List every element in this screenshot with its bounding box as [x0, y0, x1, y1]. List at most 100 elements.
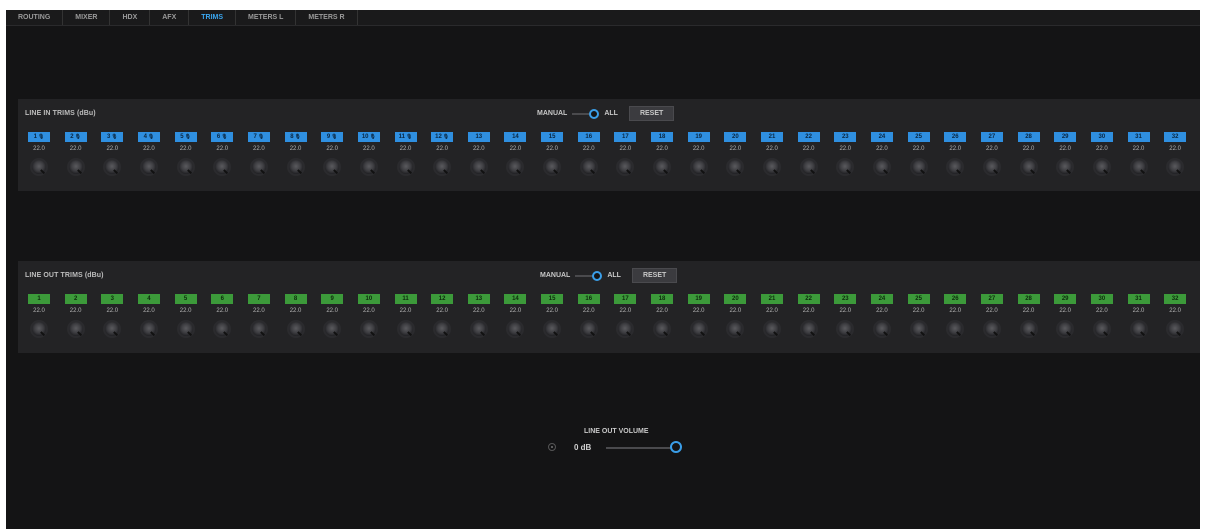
channel-badge[interactable]: 29	[1054, 294, 1077, 304]
channel-badge[interactable]: 18	[651, 294, 674, 304]
channel-badge[interactable]: 19	[687, 294, 710, 304]
channel-badge[interactable]: 10	[357, 294, 380, 304]
trim-knob[interactable]	[543, 158, 562, 176]
trim-knob[interactable]	[543, 320, 562, 338]
line-out-reset-button[interactable]: RESET	[631, 268, 678, 283]
channel-badge[interactable]: 30	[1090, 132, 1113, 142]
channel-badge[interactable]: 2	[64, 294, 87, 304]
trim-knob[interactable]	[1019, 158, 1038, 176]
channel-badge[interactable]: 18	[651, 132, 674, 142]
channel-badge[interactable]: 19	[687, 132, 710, 142]
trim-knob[interactable]	[1056, 158, 1075, 176]
channel-badge[interactable]: 14	[504, 132, 527, 142]
volume-slider-thumb[interactable]	[670, 441, 682, 453]
trim-knob[interactable]	[763, 158, 781, 176]
channel-badge[interactable]: 1	[28, 294, 50, 304]
channel-badge[interactable]: 11	[394, 294, 417, 304]
trim-knob[interactable]	[213, 320, 232, 338]
trim-knob[interactable]	[616, 320, 635, 338]
trim-knob[interactable]	[30, 320, 48, 338]
trim-knob[interactable]	[286, 320, 305, 338]
mode-toggle-thumb[interactable]	[589, 108, 600, 119]
trim-knob[interactable]	[176, 158, 195, 176]
channel-badge[interactable]: 15	[541, 294, 564, 304]
channel-badge[interactable]: 6	[211, 294, 234, 304]
trim-knob[interactable]	[139, 320, 158, 338]
trim-knob[interactable]	[433, 320, 452, 338]
channel-badge[interactable]: 27	[980, 294, 1003, 304]
trim-knob[interactable]	[909, 158, 928, 176]
channel-badge[interactable]: 16	[577, 294, 600, 304]
channel-badge[interactable]: 29	[1054, 132, 1077, 142]
trim-knob[interactable]	[286, 158, 305, 176]
trim-knob[interactable]	[982, 320, 1001, 338]
tab-routing[interactable]: ROUTING	[6, 10, 64, 25]
trim-knob[interactable]	[506, 158, 525, 176]
channel-badge[interactable]: 22	[797, 294, 820, 304]
channel-badge[interactable]: 24	[870, 294, 893, 304]
trim-knob[interactable]	[103, 320, 122, 338]
channel-badge[interactable]: 28	[1017, 294, 1040, 304]
trim-knob[interactable]	[506, 320, 525, 338]
volume-slider-track[interactable]	[606, 447, 672, 449]
tab-mixer[interactable]: MIXER	[63, 10, 111, 25]
channel-badge[interactable]: 9	[321, 294, 344, 304]
trim-knob[interactable]	[653, 158, 672, 176]
trim-knob[interactable]	[872, 320, 891, 338]
tab-hdx[interactable]: HDX	[110, 10, 151, 25]
channel-badge[interactable]: 24	[870, 132, 893, 142]
trim-knob[interactable]	[1019, 320, 1038, 338]
tab-afx[interactable]: AFX	[150, 10, 190, 25]
channel-badge[interactable]: 30	[1090, 294, 1113, 304]
trim-knob[interactable]	[469, 320, 488, 338]
channel-badge[interactable]: 20	[724, 294, 747, 304]
trim-knob[interactable]	[1092, 158, 1111, 176]
trim-knob[interactable]	[653, 320, 672, 338]
channel-badge[interactable]: 23	[834, 294, 857, 304]
line-in-mode-toggle[interactable]: MANUAL ALL RESET	[537, 106, 675, 121]
trim-knob[interactable]	[799, 320, 818, 338]
trim-knob[interactable]	[1166, 320, 1185, 338]
channel-badge[interactable]: 26	[944, 294, 967, 304]
trim-knob[interactable]	[946, 158, 965, 176]
channel-badge[interactable]: 21	[761, 132, 783, 142]
channel-badge[interactable]: 11 🎙	[394, 132, 417, 142]
trim-knob[interactable]	[1166, 158, 1185, 176]
channel-badge[interactable]: 8	[284, 294, 307, 304]
trim-knob[interactable]	[66, 320, 85, 338]
tab-trims[interactable]: TRIMS	[189, 10, 237, 25]
channel-badge[interactable]: 13	[467, 294, 490, 304]
channel-badge[interactable]: 25	[907, 132, 930, 142]
trim-knob[interactable]	[213, 158, 232, 176]
trim-knob[interactable]	[249, 320, 268, 338]
trim-knob[interactable]	[579, 158, 598, 176]
mode-toggle-track[interactable]	[575, 274, 594, 277]
channel-badge[interactable]: 10 🎙	[357, 132, 380, 142]
channel-badge[interactable]: 31	[1127, 132, 1150, 142]
trim-knob[interactable]	[359, 158, 378, 176]
channel-badge[interactable]: 8 🎙	[284, 132, 307, 142]
tab-meters-r[interactable]: METERS R	[296, 10, 358, 25]
channel-badge[interactable]: 21	[761, 294, 783, 304]
channel-badge[interactable]: 14	[504, 294, 527, 304]
channel-badge[interactable]: 6 🎙	[211, 132, 234, 142]
trim-knob[interactable]	[1056, 320, 1075, 338]
channel-badge[interactable]: 7 🎙	[247, 132, 270, 142]
trim-knob[interactable]	[689, 320, 708, 338]
trim-knob[interactable]	[249, 158, 268, 176]
trim-knob[interactable]	[799, 158, 818, 176]
trim-knob[interactable]	[909, 320, 928, 338]
channel-badge[interactable]: 3 🎙	[101, 132, 124, 142]
trim-knob[interactable]	[103, 158, 122, 176]
channel-badge[interactable]: 25	[907, 294, 930, 304]
channel-badge[interactable]: 4	[137, 294, 160, 304]
channel-badge[interactable]: 26	[944, 132, 967, 142]
channel-badge[interactable]: 22	[797, 132, 820, 142]
line-out-mode-toggle[interactable]: MANUAL ALL RESET	[540, 268, 678, 283]
channel-badge[interactable]: 17	[614, 132, 637, 142]
trim-knob[interactable]	[1129, 320, 1148, 338]
trim-knob[interactable]	[872, 158, 891, 176]
channel-badge[interactable]: 13	[467, 132, 490, 142]
trim-knob[interactable]	[836, 158, 855, 176]
channel-badge[interactable]: 2 🎙	[64, 132, 87, 142]
